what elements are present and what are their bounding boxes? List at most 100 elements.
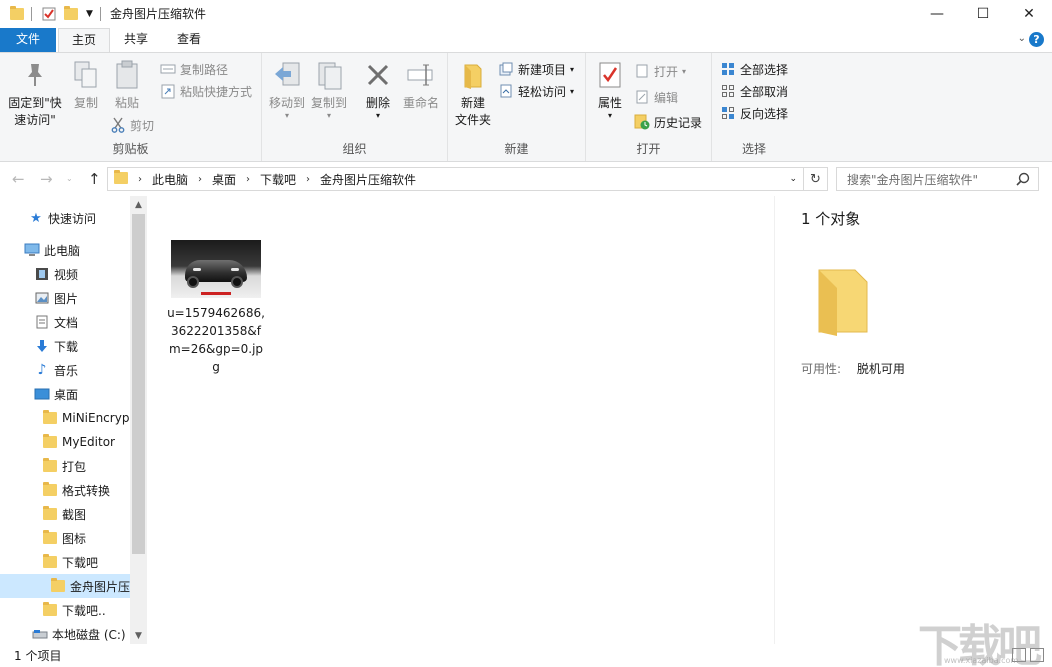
maximize-button[interactable]: ☐ — [960, 0, 1006, 28]
nav-item-music[interactable]: ♪ 音乐 — [0, 358, 130, 382]
nav-item-label: 本地磁盘 (C:) — [52, 626, 126, 643]
scroll-up-icon[interactable]: ▲ — [130, 196, 147, 213]
nav-item-downloads[interactable]: 下载 — [0, 334, 130, 358]
breadcrumb-desktop[interactable]: 桌面 — [212, 171, 236, 188]
history-button[interactable]: 历史记录 — [634, 112, 702, 132]
nav-item-folder[interactable]: 图标 — [0, 526, 130, 550]
computer-icon — [24, 242, 40, 258]
paste-shortcut-button[interactable]: 粘贴快捷方式 — [160, 81, 252, 101]
edit-button[interactable]: 编辑 — [634, 87, 678, 107]
properties-quick-icon[interactable] — [42, 4, 56, 24]
folder-icon — [42, 410, 58, 426]
nav-item-videos[interactable]: 视频 — [0, 262, 130, 286]
refresh-icon[interactable]: ↻ — [804, 167, 828, 191]
scroll-down-icon[interactable]: ▼ — [130, 627, 147, 644]
rename-button[interactable]: 重命名 — [400, 59, 442, 112]
folder-preview-icon — [815, 266, 873, 336]
nav-item-pictures[interactable]: 图片 — [0, 286, 130, 310]
move-to-icon — [271, 59, 303, 91]
cut-label: 剪切 — [130, 117, 154, 134]
download-icon — [34, 338, 50, 354]
breadcrumb-this-pc[interactable]: 此电脑 — [152, 171, 188, 188]
easy-access-button[interactable]: 轻松访问 ▾ — [498, 81, 574, 101]
paste-button[interactable]: 粘贴 — [108, 59, 146, 112]
chevron-down-icon: ▾ — [592, 112, 628, 120]
chevron-right-icon[interactable]: › — [198, 174, 202, 185]
cut-button[interactable]: 剪切 — [110, 115, 154, 135]
forward-arrow-icon[interactable]: → — [40, 170, 53, 188]
open-button[interactable]: 打开 ▾ — [634, 61, 686, 81]
move-to-button[interactable]: 移动到 ▾ — [266, 59, 308, 120]
nav-item-folder[interactable]: 下载吧 — [0, 550, 130, 574]
nav-item-label: 金舟图片压 — [70, 578, 130, 595]
nav-item-current-folder[interactable]: 金舟图片压 — [0, 574, 130, 598]
invert-selection-button[interactable]: 反向选择 — [720, 103, 788, 123]
nav-item-folder[interactable]: MyEditor — [0, 430, 130, 454]
breadcrumb-current-folder[interactable]: 金舟图片压缩软件 — [320, 171, 416, 188]
copy-label: 复制 — [68, 95, 104, 112]
tb-divider — [100, 4, 101, 24]
new-folder-quick-icon[interactable] — [64, 4, 78, 24]
select-none-button[interactable]: 全部取消 — [720, 81, 788, 101]
select-all-button[interactable]: 全部选择 — [720, 59, 788, 79]
address-bar[interactable]: › 此电脑 › 桌面 › 下载吧 › 金舟图片压缩软件 ⌄ — [107, 167, 804, 191]
ribbon: 固定到"快 速访问" 复制 粘贴 复制路径 粘贴快捷方式 剪切 剪贴板 — [0, 52, 1052, 162]
invert-selection-icon — [720, 105, 736, 121]
help-icon[interactable]: ? — [1029, 32, 1044, 47]
chevron-down-icon: ▾ — [266, 112, 308, 120]
nav-item-label: 截图 — [62, 506, 86, 523]
tab-share[interactable]: 共享 — [112, 28, 160, 52]
file-item[interactable]: u=1579462686,3622201358&fm=26&gp=0.jpg — [166, 240, 266, 376]
easy-access-icon — [498, 83, 514, 99]
folder-icon — [42, 434, 58, 450]
chevron-down-icon[interactable]: ⌄ — [789, 174, 797, 184]
chevron-right-icon[interactable]: › — [306, 174, 310, 185]
file-name: u=1579462686,3622201358&fm=26&gp=0.jpg — [166, 304, 266, 376]
chevron-down-icon: ▾ — [308, 112, 350, 120]
new-item-button[interactable]: 新建项目 ▾ — [498, 59, 574, 79]
copy-button[interactable]: 复制 — [68, 59, 104, 112]
paste-label: 粘贴 — [108, 95, 146, 112]
nav-item-folder[interactable]: 打包 — [0, 454, 130, 478]
ribbon-tabs: 文件 主页 共享 查看 ⌄ ? — [0, 28, 1052, 52]
recent-locations-chevron-icon[interactable]: ⌄ — [66, 174, 73, 183]
nav-item-local-disk[interactable]: 本地磁盘 (C:) — [0, 622, 130, 644]
nav-item-desktop[interactable]: 桌面 — [0, 382, 130, 406]
tab-view[interactable]: 查看 — [164, 28, 214, 52]
tab-file[interactable]: 文件 — [0, 28, 56, 52]
properties-button[interactable]: 属性 ▾ — [592, 59, 628, 120]
nav-item-label: 此电脑 — [44, 242, 80, 259]
nav-item-documents[interactable]: 文档 — [0, 310, 130, 334]
nav-scrollbar-thumb[interactable] — [132, 214, 145, 554]
copy-to-button[interactable]: 复制到 ▾ — [308, 59, 350, 120]
up-arrow-icon[interactable]: ↑ — [88, 170, 101, 188]
nav-item-label: 格式转换 — [62, 482, 110, 499]
chevron-down-icon[interactable]: ⌄ — [1018, 33, 1026, 44]
nav-item-label: MiNiEncryp — [62, 411, 129, 425]
nav-item-folder[interactable]: 截图 — [0, 502, 130, 526]
minimize-button[interactable]: — — [914, 0, 960, 28]
chevron-right-icon[interactable]: › — [138, 174, 142, 185]
nav-item-folder[interactable]: MiNiEncryp — [0, 406, 130, 430]
chevron-right-icon[interactable]: › — [246, 174, 250, 185]
tab-home[interactable]: 主页 — [58, 28, 110, 52]
nav-item-label: 快速访问 — [48, 210, 96, 227]
nav-item-this-pc[interactable]: 此电脑 — [0, 238, 130, 262]
nav-item-folder[interactable]: 格式转换 — [0, 478, 130, 502]
group-label-new: 新建 — [448, 140, 585, 157]
search-input[interactable]: 搜索"金舟图片压缩软件" — [836, 167, 1039, 191]
nav-item-quick-access[interactable]: ★ 快速访问 — [0, 206, 130, 230]
pin-to-quick-access-button[interactable]: 固定到"快 速访问" — [6, 59, 64, 129]
video-icon — [34, 266, 50, 282]
breadcrumb-download[interactable]: 下载吧 — [260, 171, 296, 188]
rename-icon — [405, 59, 437, 91]
new-folder-button[interactable]: 新建 文件夹 — [452, 59, 494, 129]
folder-icon — [42, 554, 58, 570]
file-list[interactable]: u=1579462686,3622201358&fm=26&gp=0.jpg — [148, 196, 774, 644]
copy-path-button[interactable]: 复制路径 — [160, 59, 228, 79]
nav-item-folder[interactable]: 下载吧.. — [0, 598, 130, 622]
delete-button[interactable]: 删除 ▾ — [360, 59, 396, 120]
back-arrow-icon[interactable]: ← — [12, 170, 25, 188]
close-button[interactable]: ✕ — [1006, 0, 1052, 28]
customize-quick-access-icon[interactable]: ▼ — [86, 4, 93, 24]
